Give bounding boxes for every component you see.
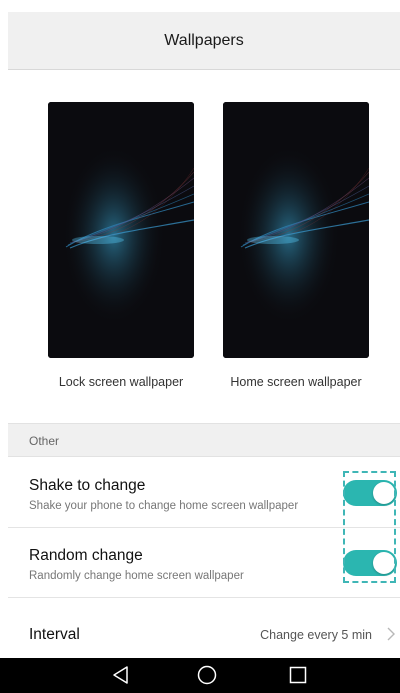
triangle-back-icon [113, 666, 128, 684]
circle-home-icon [197, 665, 217, 685]
back-button[interactable] [91, 658, 151, 693]
shake-to-change-toggle[interactable] [343, 480, 397, 506]
recent-apps-button[interactable] [268, 658, 328, 693]
random-change-title: Random change [29, 547, 143, 564]
shake-to-change-row[interactable]: Shake to change Shake your phone to chan… [8, 458, 400, 528]
toggle-knob [373, 482, 395, 504]
home-button[interactable] [177, 658, 237, 693]
interval-value: Change every 5 min [260, 628, 372, 642]
random-change-subtitle: Randomly change home screen wallpaper [29, 570, 244, 582]
section-header-other: Other [8, 423, 400, 457]
navigation-bar [0, 658, 400, 693]
interval-row[interactable]: Interval Change every 5 min [8, 598, 400, 658]
status-bar-area [0, 0, 400, 12]
shake-to-change-title: Shake to change [29, 477, 146, 494]
page-title: Wallpapers [164, 32, 244, 49]
shake-to-change-subtitle: Shake your phone to change home screen w… [29, 500, 299, 512]
section-title: Other [29, 434, 60, 448]
lock-screen-wallpaper-label: Lock screen wallpaper [58, 375, 184, 389]
random-change-row[interactable]: Random change Randomly change home scree… [8, 528, 400, 598]
square-recent-icon [289, 666, 307, 684]
interval-title: Interval [29, 626, 80, 643]
app-header: Wallpapers [8, 12, 400, 70]
chevron-right-icon [387, 627, 395, 641]
random-change-toggle[interactable] [343, 550, 397, 576]
lock-screen-wallpaper-preview[interactable] [48, 102, 194, 358]
wallpaper-previews: Lock screen wallpaper Home screen wallpa… [0, 70, 400, 400]
toggle-knob [373, 552, 395, 574]
home-screen-wallpaper-preview[interactable] [223, 102, 369, 358]
home-screen-wallpaper-label: Home screen wallpaper [230, 375, 362, 389]
